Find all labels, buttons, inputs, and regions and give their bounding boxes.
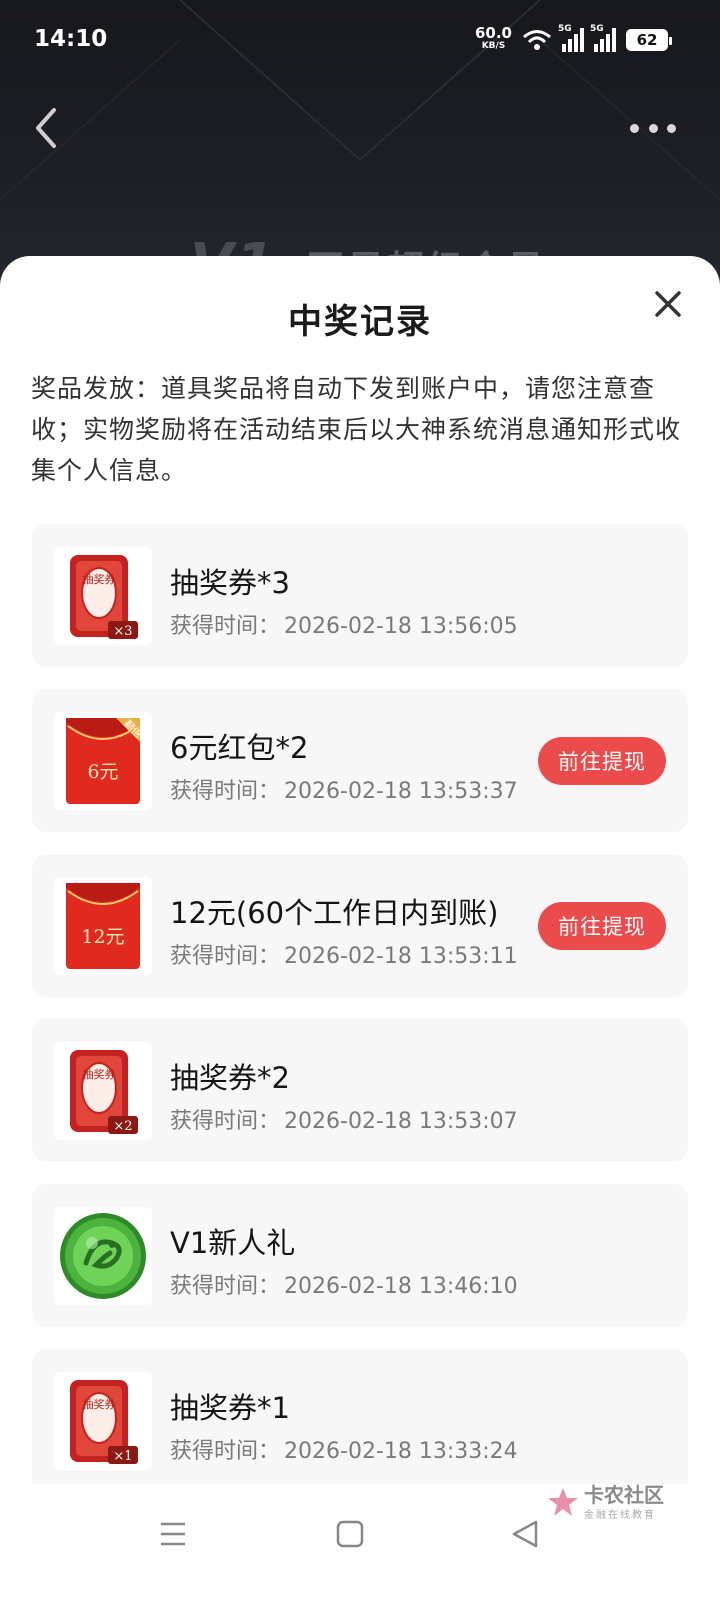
record-name: 抽奖券*2 (170, 1061, 290, 1095)
signal-icon-sim1: 5G (558, 24, 584, 52)
ticket-label-1: 抽奖券 (83, 572, 116, 586)
status-time: 14:10 (34, 26, 108, 52)
status-icons: 60.0 KB/S 5G 5G 62 (475, 22, 672, 58)
record-item: 抽奖券 ×1 抽奖券*1 获得时间： 2026-02-18 13:33:24 (32, 1349, 688, 1492)
record-name: 12元(60个工作日内到账) (170, 896, 499, 930)
record-item: 12元 12元(60个工作日内到账) 获得时间： 2026-02-18 13:53… (32, 854, 688, 997)
watermark-subtitle: 金融在线教育 (584, 1510, 656, 1521)
ticket-label-1: 抽奖券 (83, 1067, 116, 1081)
record-time: 获得时间： 2026-02-18 13:53:37 (170, 773, 518, 805)
withdraw-button[interactable]: 前往提现 (538, 737, 666, 785)
more-dot-icon (648, 123, 658, 133)
sim1-network-type: 5G (558, 24, 572, 34)
record-time-value: 2026-02-18 13:53:37 (284, 779, 518, 804)
record-time-value: 2026-02-18 13:33:24 (284, 1439, 518, 1464)
records-list: 抽奖券 ×3 抽奖券*3 获得时间： 2026-02-18 13:56:05 翻倍… (32, 524, 688, 1514)
close-icon[interactable] (652, 288, 684, 320)
watermark-text-block: 卡农社区 金融在线教育 (584, 1484, 664, 1521)
watermark-logo-icon (548, 1487, 578, 1516)
record-item: V1新人礼 获得时间： 2026-02-18 13:46:10 (32, 1184, 688, 1327)
record-time-label: 获得时间： (170, 1109, 281, 1134)
status-bar: 14:10 60.0 KB/S 5G 5G 62 (0, 0, 720, 80)
record-time: 获得时间： 2026-02-18 13:53:07 (170, 1103, 518, 1135)
watermark-title: 卡农社区 (584, 1483, 664, 1507)
lottery-ticket-icon: 抽奖券 ×3 (54, 547, 152, 645)
battery-level: 62 (636, 31, 658, 49)
record-time: 获得时间： 2026-02-18 13:46:10 (170, 1268, 518, 1300)
red-envelope-icon: 12元 (54, 877, 152, 975)
battery-icon: 62 (626, 29, 672, 51)
system-nav-bar: 卡农社区 金融在线教育 (0, 1484, 720, 1604)
record-name: 6元红包*2 (170, 731, 309, 765)
record-time-value: 2026-02-18 13:56:05 (284, 614, 518, 639)
more-dot-icon (667, 123, 676, 133)
record-time: 获得时间： 2026-02-18 13:33:24 (170, 1433, 518, 1465)
menu-icon[interactable] (153, 1514, 193, 1554)
record-item: 抽奖券 ×2 抽奖券*2 获得时间： 2026-02-18 13:53:07 (32, 1019, 688, 1162)
ticket-count-badge: ×2 (113, 1119, 132, 1134)
lottery-ticket-icon: 抽奖券 ×2 (54, 1042, 152, 1140)
record-name: 抽奖券*3 (170, 566, 290, 600)
withdraw-button[interactable]: 前往提现 (538, 902, 666, 950)
back-arrow-icon[interactable] (28, 104, 68, 152)
record-time: 获得时间： 2026-02-18 13:56:05 (170, 608, 518, 640)
sheet-title: 中奖记录 (288, 302, 432, 342)
record-time: 获得时间： 2026-02-18 13:53:11 (170, 938, 518, 970)
record-time-value: 2026-02-18 13:46:10 (284, 1274, 518, 1299)
wifi-icon (523, 30, 551, 50)
network-speed: 60.0 KB/S (475, 26, 512, 53)
record-time-label: 获得时间： (170, 1439, 281, 1464)
ticket-count-badge: ×3 (113, 624, 132, 639)
red-envelope-icon: 翻倍 6元 (54, 712, 152, 810)
back-triangle-icon[interactable] (506, 1514, 546, 1554)
record-time-label: 获得时间： (170, 1274, 281, 1299)
ticket-count-badge: ×1 (113, 1449, 132, 1464)
prize-notice-text: 奖品发放：道具奖品将自动下发到账户中，请您注意查收；实物奖励将在活动结束后以大神… (31, 374, 682, 485)
ticket-label-1: 抽奖券 (83, 1397, 116, 1411)
record-item: 抽奖券 ×3 抽奖券*3 获得时间： 2026-02-18 13:56:05 (32, 524, 688, 667)
more-dot-icon (630, 123, 639, 133)
signal-icon-sim2: 5G (590, 24, 616, 52)
watermark: 卡农社区 金融在线教育 (546, 1484, 664, 1521)
more-options-button[interactable] (630, 118, 676, 138)
envelope-amount: 6元 (87, 761, 118, 783)
jade-dragon-icon (54, 1207, 152, 1305)
home-icon[interactable] (330, 1514, 370, 1554)
winning-records-sheet: 中奖记录 奖品发放：道具奖品将自动下发到账户中，请您注意查收；实物奖励将在活动结… (0, 256, 720, 1604)
sim2-network-type: 5G (590, 24, 604, 34)
record-time-value: 2026-02-18 13:53:11 (284, 944, 518, 969)
record-name: 抽奖券*1 (170, 1391, 290, 1425)
record-item: 翻倍 6元 6元红包*2 获得时间： 2026-02-18 13:53:37 前往… (32, 689, 688, 832)
envelope-amount: 12元 (81, 926, 124, 948)
record-time-label: 获得时间： (170, 944, 281, 969)
record-name: V1新人礼 (170, 1226, 296, 1260)
record-time-label: 获得时间： (170, 779, 281, 804)
lottery-ticket-icon: 抽奖券 ×1 (54, 1372, 152, 1470)
record-time-value: 2026-02-18 13:53:07 (284, 1109, 518, 1134)
record-time-label: 获得时间： (170, 614, 281, 639)
